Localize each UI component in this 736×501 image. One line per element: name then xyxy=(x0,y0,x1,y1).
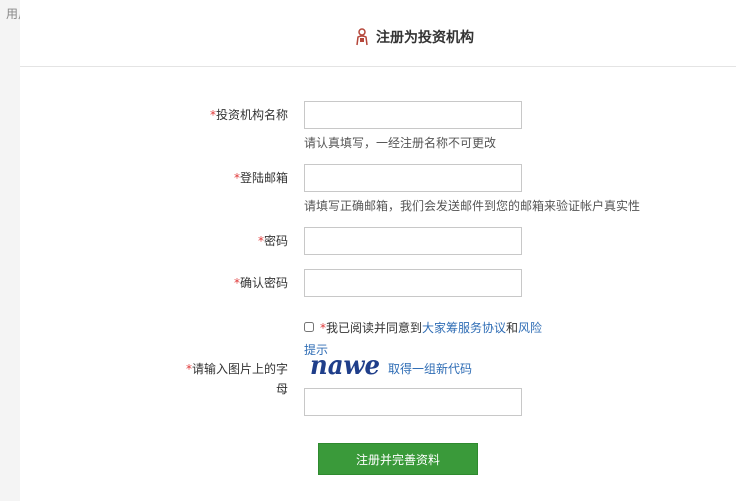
page-header: 注册为投资机构 xyxy=(20,0,736,67)
password-label-text: 密码 xyxy=(263,234,288,248)
captcha-input[interactable] xyxy=(304,388,522,416)
agreement-text: 我已阅读并同意到 xyxy=(326,321,423,335)
email-label: *登陆邮箱 xyxy=(20,168,288,188)
captcha-image-text: nawe xyxy=(310,351,380,379)
org-name-label-text: 投资机构名称 xyxy=(215,108,288,122)
page-title: 注册为投资机构 xyxy=(376,30,474,46)
email-hint: 请填写正确邮箱，我们会发送邮件到您的邮箱来验证帐户真实性 xyxy=(304,199,641,213)
user-register-icon xyxy=(356,28,368,46)
register-submit-button[interactable]: 注册并完善资料 xyxy=(318,443,478,475)
captcha-image: nawe xyxy=(310,351,380,379)
confirm-password-label: *确认密码 xyxy=(20,273,288,293)
org-name-label: *投资机构名称 xyxy=(20,105,288,125)
title-group: 注册为投资机构 xyxy=(354,27,474,47)
org-name-hint: 请认真填写，一经注册名称不可更改 xyxy=(304,136,497,150)
email-input[interactable] xyxy=(304,164,522,192)
password-input[interactable] xyxy=(304,227,522,255)
confirm-password-label-text: 确认密码 xyxy=(239,276,288,290)
service-agreement-link[interactable]: 大家筹服务协议 xyxy=(422,321,506,335)
password-label: *密码 xyxy=(20,231,288,251)
captcha-label: *请输入图片上的字母 xyxy=(180,359,288,399)
agreement-conjunction: 和 xyxy=(506,321,519,335)
org-name-input[interactable] xyxy=(304,101,522,129)
agreement-checkbox[interactable] xyxy=(304,321,314,332)
confirm-password-input[interactable] xyxy=(304,269,522,297)
email-label-text: 登陆邮箱 xyxy=(239,171,288,185)
captcha-label-text: 请输入图片上的字母 xyxy=(191,362,288,396)
refresh-captcha-link[interactable]: 取得一组新代码 xyxy=(388,360,472,377)
registration-panel: 注册为投资机构 *投资机构名称 请认真填写，一经注册名称不可更改 *登陆邮箱 请… xyxy=(20,0,736,501)
